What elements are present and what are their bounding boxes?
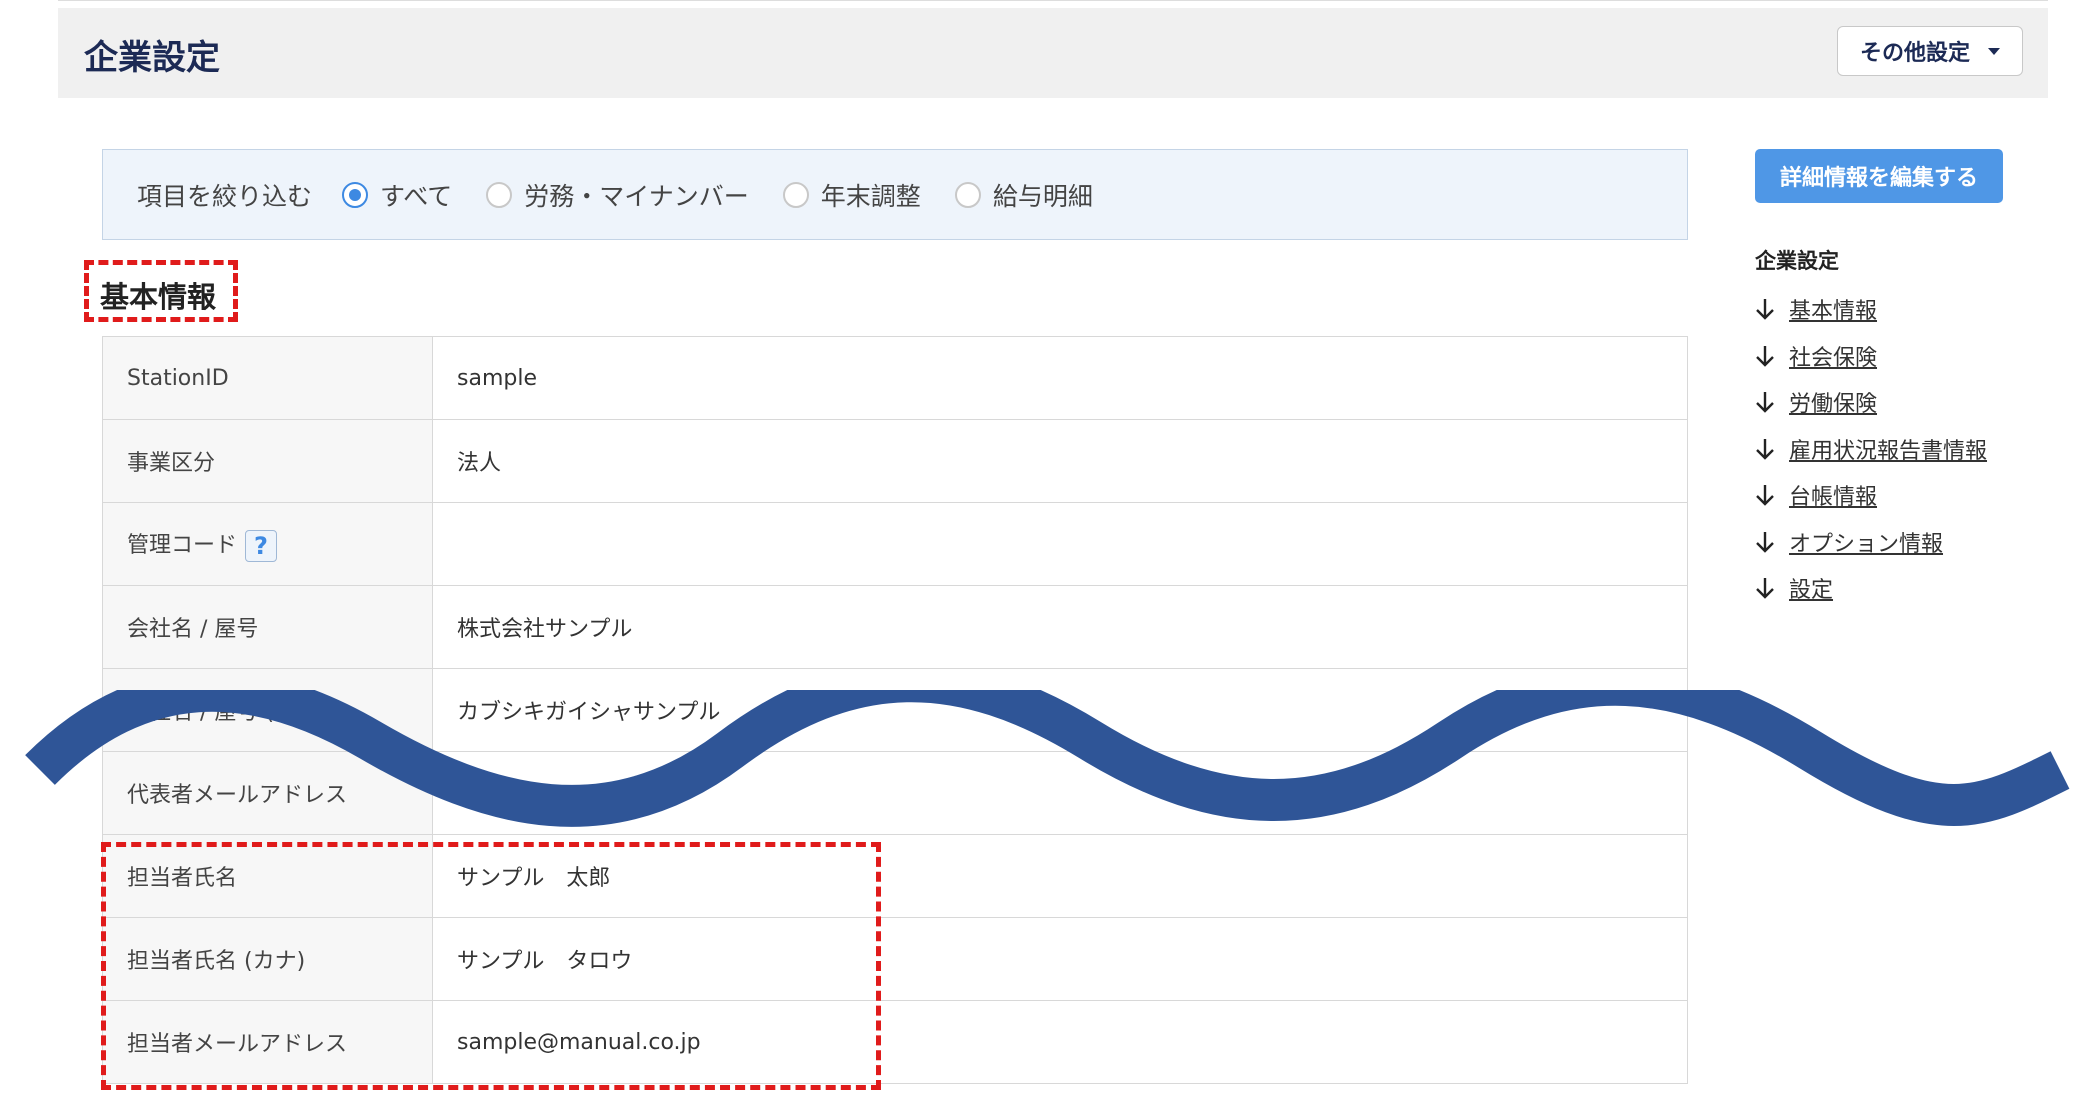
filter-label: 項目を絞り込む	[137, 181, 313, 211]
table-row: 会社名 / 屋号 株式会社サンプル	[102, 585, 1688, 669]
page-title: 企業設定	[84, 38, 220, 78]
sidebar-link[interactable]: 設定	[1789, 572, 1833, 604]
sidebar-nav: 基本情報 社会保険 労働保険 雇用状況報告書情報 台帳情報 オプション情報 設定	[1755, 286, 1987, 612]
sidebar-item-employment-report[interactable]: 雇用状況報告書情報	[1755, 426, 1987, 473]
sidebar-item-basic-info[interactable]: 基本情報	[1755, 286, 1987, 333]
filter-option-all[interactable]: すべて	[342, 177, 452, 213]
filter-option-payslip[interactable]: 給与明細	[954, 177, 1093, 213]
arrow-down-icon	[1756, 392, 1774, 413]
filter-option-year-end[interactable]: 年末調整	[782, 177, 921, 213]
sidebar-item-option-info[interactable]: オプション情報	[1755, 519, 1987, 566]
row-label: 事業区分	[102, 419, 433, 503]
arrow-down-icon	[1756, 345, 1774, 367]
sidebar-item-settings[interactable]: 設定	[1755, 565, 1987, 612]
row-value: sample	[432, 336, 1688, 420]
item-filter-bar: 項目を絞り込む すべて 労務・マイナンバー 年末調整 給与明細	[102, 149, 1688, 240]
radio-unchecked-icon[interactable]	[954, 181, 981, 208]
other-settings-label: その他設定	[1859, 41, 1970, 66]
sidebar-link[interactable]: 雇用状況報告書情報	[1789, 433, 1987, 465]
row-value	[432, 502, 1688, 586]
table-row: 事業区分 法人	[102, 419, 1688, 503]
filter-option-label: 給与明細	[992, 181, 1093, 211]
top-divider	[58, 0, 2048, 1]
help-icon[interactable]: ?	[245, 529, 278, 562]
wave-break-divider	[25, 690, 2070, 827]
row-value: 法人	[432, 419, 1688, 503]
radio-checked-icon[interactable]	[342, 181, 369, 208]
edit-details-button[interactable]: 詳細情報を編集する	[1755, 149, 2003, 203]
sidebar-title: 企業設定	[1755, 249, 1839, 273]
row-label: 管理コード	[127, 532, 238, 558]
sidebar-link[interactable]: オプション情報	[1789, 526, 1943, 558]
annotation-highlight-box	[84, 260, 238, 322]
row-value: 株式会社サンプル	[432, 585, 1688, 669]
arrow-down-icon	[1756, 299, 1774, 320]
radio-unchecked-icon[interactable]	[486, 181, 513, 208]
arrow-down-icon	[1756, 438, 1774, 460]
row-label: 会社名 / 屋号	[102, 585, 433, 669]
radio-unchecked-icon[interactable]	[782, 181, 809, 208]
sidebar-link[interactable]: 労働保険	[1789, 386, 1877, 418]
filter-option-label: 年末調整	[820, 181, 921, 211]
table-row: 管理コード?	[102, 502, 1688, 586]
arrow-down-icon	[1756, 485, 1774, 506]
arrow-down-icon	[1756, 578, 1774, 599]
filter-option-label: 労務・マイナンバー	[524, 181, 749, 211]
wave-stroke	[25, 690, 2070, 827]
filter-option-label: すべて	[380, 181, 453, 211]
sidebar-link[interactable]: 社会保険	[1789, 340, 1877, 372]
row-label-cell: 管理コード?	[102, 502, 433, 586]
sidebar-item-labor-insurance[interactable]: 労働保険	[1755, 379, 1987, 426]
other-settings-button[interactable]: その他設定	[1837, 26, 2023, 76]
arrow-down-icon	[1756, 531, 1774, 553]
sidebar-item-ledger-info[interactable]: 台帳情報	[1755, 472, 1987, 519]
caret-down-icon	[1988, 47, 2000, 55]
page-header: 企業設定 その他設定	[58, 8, 2048, 98]
sidebar-link[interactable]: 台帳情報	[1789, 479, 1877, 511]
annotation-highlight-box	[101, 842, 881, 1090]
sidebar-item-social-insurance[interactable]: 社会保険	[1755, 333, 1987, 380]
table-row: StationID sample	[102, 336, 1688, 420]
sidebar-link[interactable]: 基本情報	[1789, 293, 1877, 325]
row-label: StationID	[102, 336, 433, 420]
filter-option-labor-mynumber[interactable]: 労務・マイナンバー	[486, 177, 749, 213]
